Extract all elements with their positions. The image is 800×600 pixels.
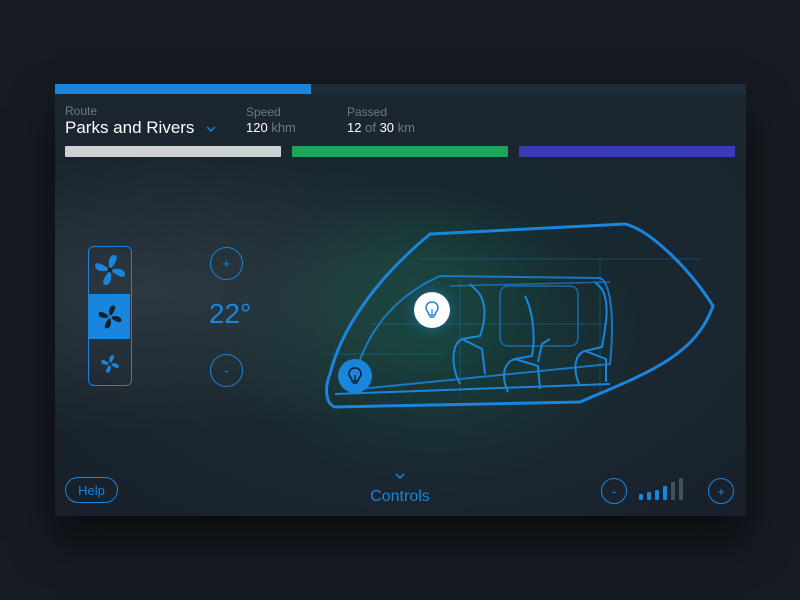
front-light-button[interactable] — [338, 359, 372, 393]
route-progress-bar — [55, 84, 746, 94]
passed-current: 12 — [347, 120, 362, 135]
vehicle-diagram — [325, 222, 715, 409]
route-chevron-down-icon[interactable] — [205, 124, 217, 134]
temperature-plus-button[interactable]: + — [210, 247, 243, 280]
volume-bar[interactable] — [639, 494, 643, 500]
temperature-minus-button[interactable]: - — [210, 354, 243, 387]
volume-bar[interactable] — [671, 482, 675, 500]
passed-of: of — [365, 120, 376, 135]
temperature-value: 22° — [208, 298, 252, 329]
controls-chevron-down-icon[interactable] — [395, 472, 405, 480]
fan-icon — [98, 305, 121, 328]
speed-unit: khm — [271, 120, 296, 135]
speed-label: Speed — [246, 105, 281, 119]
route-value[interactable]: Parks and Rivers — [65, 118, 194, 138]
route-label: Route — [65, 104, 98, 118]
seat-rear — [574, 281, 608, 387]
passed-total: 30 — [379, 120, 395, 135]
fan-icon — [94, 254, 125, 285]
joystick-lever — [537, 338, 551, 363]
vehicle-outline — [325, 222, 715, 409]
passed-readout: 12 of 30 km — [347, 120, 415, 135]
route-segment-gray — [65, 146, 281, 157]
lightbulb-icon — [348, 367, 362, 384]
help-button[interactable]: Help — [65, 477, 118, 503]
route-progress-fill — [55, 84, 311, 94]
controls-toggle[interactable]: Controls — [350, 488, 450, 506]
passed-label: Passed — [347, 105, 388, 119]
speed-value: 120 — [246, 120, 268, 135]
volume-plus-button[interactable]: + — [708, 478, 734, 504]
vehicle-inner-outline — [353, 274, 613, 391]
lightbulb-icon — [425, 301, 439, 318]
fan-speed-high[interactable] — [89, 247, 130, 292]
volume-bar[interactable] — [679, 478, 683, 500]
fan-speed-medium[interactable] — [89, 294, 130, 339]
volume-bar[interactable] — [647, 492, 651, 500]
volume-bar[interactable] — [663, 486, 667, 500]
route-segment-blue — [519, 146, 735, 157]
fan-speed-selector — [88, 246, 132, 386]
seat-front — [452, 283, 486, 385]
fan-speed-low[interactable] — [89, 341, 130, 385]
cabin-light-button[interactable] — [414, 292, 450, 328]
volume-bar[interactable] — [655, 490, 659, 500]
volume-minus-button[interactable]: - — [601, 478, 627, 504]
seat-middle — [503, 295, 541, 393]
route-segment-green — [292, 146, 508, 157]
speed-readout: 120 khm — [246, 120, 296, 135]
passed-unit: km — [397, 120, 415, 135]
control-panel: Route Parks and Rivers Speed 120 khm Pas… — [55, 84, 746, 516]
fan-icon — [100, 354, 119, 373]
